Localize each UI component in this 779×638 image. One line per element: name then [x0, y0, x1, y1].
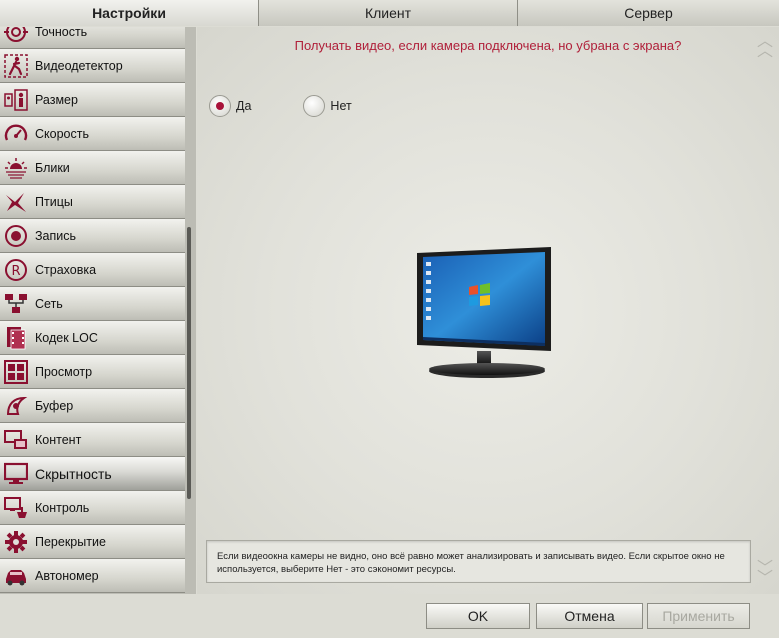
sidebar-item-label: Точность: [35, 27, 88, 39]
sidebar-item-label: Размер: [35, 92, 78, 107]
scroll-down-icon[interactable]: ﹀ ﹀: [757, 561, 773, 587]
sidebar-item-label: Блики: [35, 160, 70, 175]
sidebar-item-buffer[interactable]: Буфер: [0, 389, 185, 423]
size-icon: [3, 87, 29, 113]
tab-client[interactable]: Клиент: [259, 0, 518, 26]
radio-unselected-icon[interactable]: [303, 95, 326, 117]
sidebar-item-label: Просмотр: [35, 364, 93, 379]
scroll-up-icon[interactable]: ︿ ︿: [757, 34, 773, 60]
monitor-illustration: [417, 247, 553, 384]
film-codec-icon: [3, 325, 29, 351]
option-no-label: Нет: [330, 99, 352, 113]
control-icon: [3, 495, 29, 521]
bird-icon: [3, 189, 29, 215]
tab-bar: Настройки Клиент Сервер: [0, 0, 779, 26]
sidebar-list: Точность Видеодетектор Размер Скорость Б…: [0, 27, 185, 593]
sidebar-item-stealth[interactable]: Скрытность: [0, 457, 185, 491]
sidebar-item-label: Видеодетектор: [35, 58, 123, 73]
sidebar-item-view[interactable]: Просмотр: [0, 355, 185, 389]
sidebar-item-size[interactable]: Размер: [0, 83, 185, 117]
radio-selected-icon[interactable]: [209, 95, 231, 117]
sidebar-item-label: Буфер: [35, 398, 74, 413]
dialog-footer: OK Отмена Применить: [0, 594, 779, 638]
sidebar-scrollbar[interactable]: [187, 227, 191, 499]
sidebar-item-content[interactable]: Контент: [0, 423, 185, 457]
target-icon: [3, 27, 29, 45]
car-icon: [3, 563, 29, 589]
sidebar-item-label: Контент: [35, 432, 82, 447]
sidebar-item-label: Сеть: [35, 296, 63, 311]
gear-icon: [3, 529, 29, 555]
cancel-button[interactable]: Отмена: [536, 603, 643, 629]
sidebar-item-label: Перекрытие: [35, 534, 106, 549]
sidebar-item-videodetector[interactable]: Видеодетектор: [0, 49, 185, 83]
sidebar-item-control[interactable]: Контроль: [0, 491, 185, 525]
sidebar-item-insurance[interactable]: R Страховка: [0, 253, 185, 287]
sidebar-item-overlap[interactable]: Перекрытие: [0, 525, 185, 559]
view-grid-icon: [3, 359, 29, 385]
option-no[interactable]: Нет: [303, 95, 352, 117]
setting-question: Получать видео, если камера подключена, …: [294, 38, 682, 53]
record-icon: [3, 223, 29, 249]
buffer-icon: [3, 393, 29, 419]
tab-server[interactable]: Сервер: [518, 0, 779, 26]
sidebar-item-codec[interactable]: Кодек LOC: [0, 321, 185, 355]
content-icon: [3, 427, 29, 453]
hint-line-1: Если видеоокна камеры не видно, оно всё …: [217, 551, 725, 562]
sidebar-item-accuracy[interactable]: Точность: [0, 27, 185, 49]
hint-line-2: используется, выберите Нет - это сэконом…: [217, 564, 456, 575]
tab-settings[interactable]: Настройки: [0, 0, 259, 26]
apply-button[interactable]: Применить: [647, 603, 750, 629]
monitor-icon: [3, 461, 29, 487]
sidebar-item-glare[interactable]: Блики: [0, 151, 185, 185]
sidebar-item-label: Скрытность: [35, 465, 112, 482]
sidebar-item-label: Контроль: [35, 500, 90, 515]
ok-button[interactable]: OK: [426, 603, 530, 629]
sidebar-item-speed[interactable]: Скорость: [0, 117, 185, 151]
option-group: Да Нет: [209, 95, 404, 117]
glare-icon: [3, 155, 29, 181]
sidebar-item-label: Запись: [35, 228, 77, 243]
network-icon: [3, 291, 29, 317]
sidebar-item-label: Кодек LOC: [35, 330, 98, 345]
hint-box: Если видеоокна камеры не видно, оно всё …: [206, 540, 751, 583]
sidebar-item-autonumber[interactable]: Автономер: [0, 559, 185, 593]
option-yes[interactable]: Да: [209, 95, 251, 117]
sidebar-item-record[interactable]: Запись: [0, 219, 185, 253]
sidebar-item-label: Страховка: [35, 262, 97, 277]
sidebar-item-birds[interactable]: Птицы: [0, 185, 185, 219]
svg-text:R: R: [11, 264, 20, 279]
settings-sidebar: Точность Видеодетектор Размер Скорость Б…: [0, 27, 196, 594]
speedometer-icon: [3, 121, 29, 147]
sidebar-item-network[interactable]: Сеть: [0, 287, 185, 321]
motion-person-icon: [3, 53, 29, 79]
settings-panel: Получать видео, если камера подключена, …: [197, 27, 779, 594]
sidebar-item-label: Птицы: [35, 194, 73, 209]
option-yes-label: Да: [236, 99, 252, 113]
sidebar-item-label: Скорость: [35, 126, 89, 141]
registered-icon: R: [3, 257, 29, 283]
sidebar-item-label: Автономер: [35, 568, 99, 583]
